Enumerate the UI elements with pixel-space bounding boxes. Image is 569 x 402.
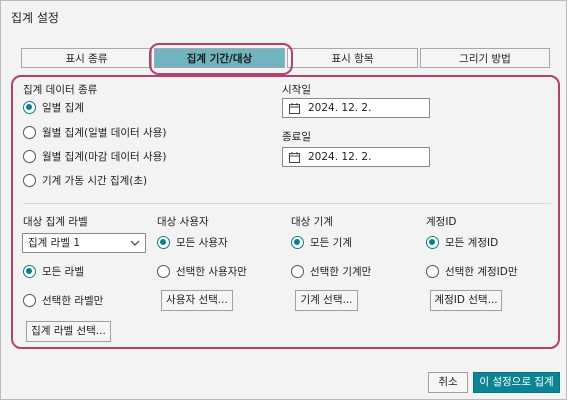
radio-label: 일별 집계 xyxy=(42,102,84,114)
radio-all-accounts[interactable]: 모든 계정ID xyxy=(426,235,498,250)
label-select-value: 집계 라벨 1 xyxy=(28,237,80,249)
radio-indicator xyxy=(23,174,36,187)
radio-all-machines[interactable]: 모든 기계 xyxy=(291,235,352,250)
radio-label: 모든 라벨 xyxy=(42,266,84,278)
tab-drawing-method[interactable]: 그리기 방법 xyxy=(420,48,550,68)
radio-indicator xyxy=(157,236,170,249)
radio-label: 모든 기계 xyxy=(310,237,352,249)
end-date-input[interactable]: 2024. 12. 2. xyxy=(282,147,430,167)
radio-label: 선택한 사용자만 xyxy=(176,266,247,278)
end-date-value: 2024. 12. 2. xyxy=(308,151,372,163)
calendar-icon xyxy=(289,151,300,163)
radio-selected-accounts[interactable]: 선택한 계정ID만 xyxy=(426,264,517,279)
cancel-button[interactable]: 취소 xyxy=(428,372,468,393)
radio-indicator xyxy=(23,150,36,163)
chevron-down-icon xyxy=(130,240,140,246)
radio-label: 선택한 라벨만 xyxy=(42,295,104,307)
radio-indicator xyxy=(23,101,36,114)
end-date-label: 종료일 xyxy=(282,131,311,143)
radio-indicator xyxy=(426,265,439,278)
radio-label: 모든 계정ID xyxy=(445,237,499,249)
data-type-heading: 집계 데이터 종류 xyxy=(23,84,98,96)
select-account-button[interactable]: 계정ID 선택... xyxy=(430,290,502,311)
radio-indicator xyxy=(291,265,304,278)
radio-label: 선택한 계정ID만 xyxy=(445,266,518,278)
active-tab-highlight xyxy=(149,43,293,75)
radio-indicator xyxy=(426,236,439,249)
target-user-heading: 대상 사용자 xyxy=(157,216,209,228)
radio-indicator xyxy=(23,294,36,307)
radio-label: 선택한 기계만 xyxy=(310,266,372,278)
radio-selected-machines[interactable]: 선택한 기계만 xyxy=(291,264,371,279)
radio-label: 기계 가동 시간 집계(초) xyxy=(42,175,148,187)
radio-all-labels[interactable]: 모든 라벨 xyxy=(23,264,84,279)
start-date-input[interactable]: 2024. 12. 2. xyxy=(282,98,430,118)
radio-label: 월별 집계(마감 데이터 사용) xyxy=(42,151,167,163)
tab-display-type[interactable]: 표시 종류 xyxy=(21,48,152,68)
radio-selected-users[interactable]: 선택한 사용자만 xyxy=(157,264,247,279)
radio-label: 모든 사용자 xyxy=(176,237,228,249)
target-account-heading: 계정ID xyxy=(426,216,457,228)
target-machine-heading: 대상 기계 xyxy=(291,216,333,228)
calendar-icon xyxy=(289,102,300,114)
radio-indicator xyxy=(23,126,36,139)
start-date-label: 시작일 xyxy=(282,84,311,96)
radio-daily[interactable]: 일별 집계 xyxy=(23,100,84,115)
dialog-title: 집계 설정 xyxy=(11,11,59,25)
radio-all-users[interactable]: 모든 사용자 xyxy=(157,235,228,250)
title-bar: 집계 설정 xyxy=(1,1,566,31)
section-divider xyxy=(23,203,551,204)
label-select[interactable]: 집계 라벨 1 xyxy=(22,233,146,253)
aggregation-settings-dialog: 집계 설정 표시 종류 집계 기간/대상 표시 항목 그리기 방법 집계 데이터… xyxy=(0,0,567,400)
start-date-value: 2024. 12. 2. xyxy=(308,102,372,114)
select-user-button[interactable]: 사용자 선택... xyxy=(161,290,233,311)
radio-indicator xyxy=(157,265,170,278)
tab-display-items[interactable]: 표시 항목 xyxy=(287,48,418,68)
radio-monthly-closing[interactable]: 월별 집계(마감 데이터 사용) xyxy=(23,149,166,164)
radio-indicator xyxy=(291,236,304,249)
radio-monthly-daily[interactable]: 월별 집계(일별 데이터 사용) xyxy=(23,125,166,140)
radio-indicator xyxy=(23,265,36,278)
target-label-heading: 대상 집계 라벨 xyxy=(23,216,88,228)
radio-label: 월별 집계(일별 데이터 사용) xyxy=(42,127,167,139)
apply-aggregate-button[interactable]: 이 설정으로 집계 xyxy=(473,372,560,393)
select-label-button[interactable]: 집계 라벨 선택... xyxy=(26,321,111,342)
radio-machine-uptime[interactable]: 기계 가동 시간 집계(초) xyxy=(23,173,147,188)
select-machine-button[interactable]: 기계 선택... xyxy=(295,290,358,311)
radio-selected-labels[interactable]: 선택한 라벨만 xyxy=(23,293,103,308)
